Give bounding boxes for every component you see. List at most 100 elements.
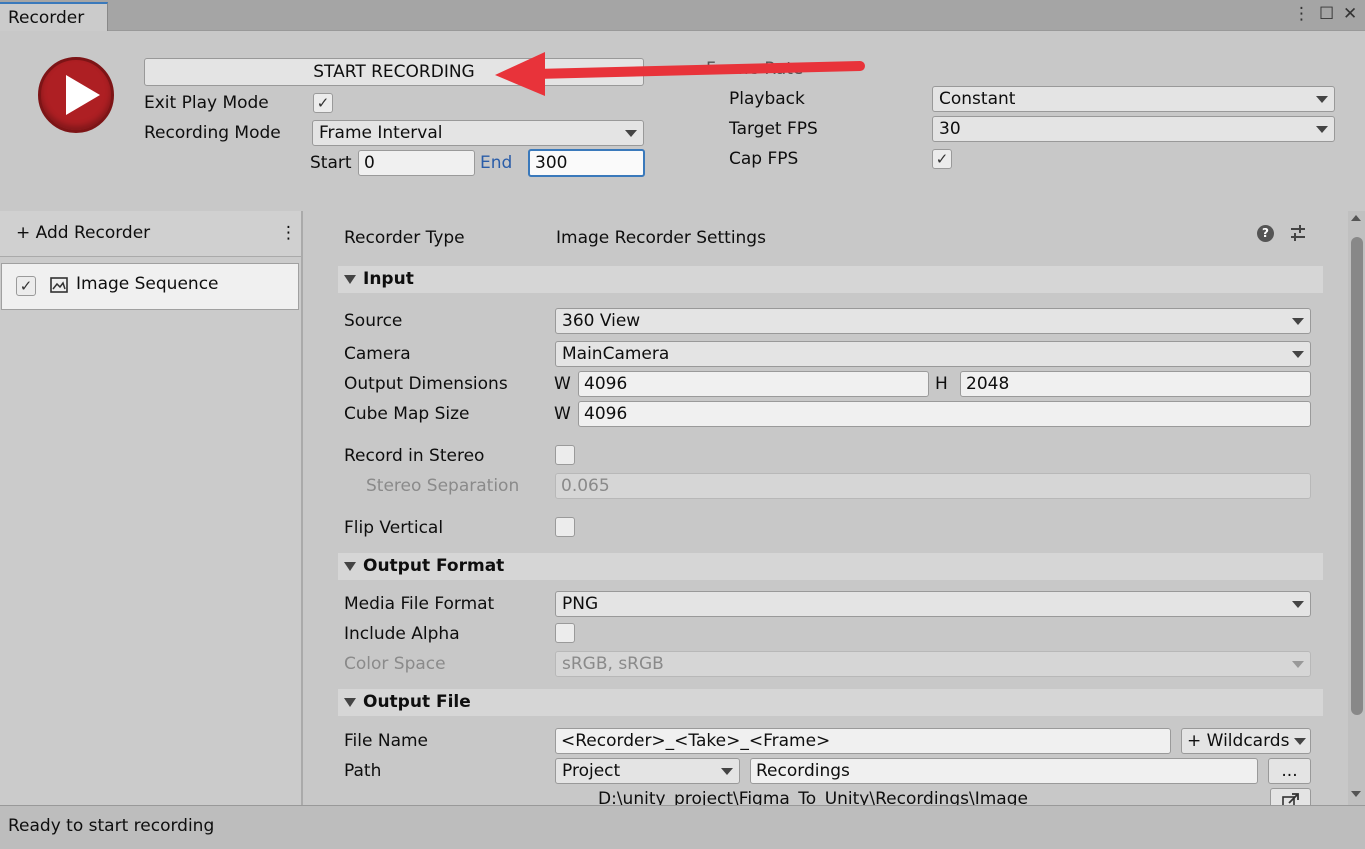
recorder-type-value: Image Recorder Settings (556, 228, 766, 248)
camera-value: MainCamera (562, 344, 670, 364)
output-file-section-title: Output File (363, 692, 471, 712)
add-recorder-button[interactable]: + Add Recorder (16, 223, 150, 243)
recorder-type-label: Recorder Type (344, 228, 465, 248)
source-dropdown[interactable]: 360 View (555, 308, 1311, 334)
recording-mode-label: Recording Mode (144, 123, 281, 143)
end-frame-field[interactable]: 300 (528, 149, 645, 177)
output-format-section-header[interactable]: Output Format (338, 553, 1323, 580)
stereo-separation-field: 0.065 (555, 473, 1311, 499)
scrollbar[interactable] (1348, 211, 1365, 805)
include-alpha-checkbox[interactable] (555, 623, 575, 643)
color-space-value: sRGB, sRGB (562, 654, 664, 674)
start-label: Start (310, 153, 352, 173)
flip-vertical-label: Flip Vertical (344, 518, 444, 538)
recording-mode-dropdown[interactable]: Frame Interval (312, 120, 644, 146)
path-label: Path (344, 761, 382, 781)
image-icon (50, 277, 68, 293)
width-label: W (554, 374, 571, 394)
color-space-dropdown: sRGB, sRGB (555, 651, 1311, 677)
end-label: End (480, 153, 513, 173)
browse-button[interactable]: ... (1268, 758, 1311, 784)
camera-label: Camera (344, 344, 411, 364)
tab-recorder[interactable]: Recorder (0, 2, 108, 31)
media-file-format-dropdown[interactable]: PNG (555, 591, 1311, 617)
chevron-down-icon (1316, 126, 1328, 133)
start-frame-field[interactable]: 0 (358, 150, 475, 176)
source-label: Source (344, 311, 403, 331)
playback-value: Constant (939, 89, 1016, 109)
maximize-icon[interactable]: ☐ (1319, 4, 1334, 24)
output-height-field[interactable]: 2048 (960, 371, 1311, 397)
chevron-down-icon (1316, 96, 1328, 103)
list-item[interactable]: ✓ Image Sequence (1, 263, 299, 310)
playback-dropdown[interactable]: Constant (932, 86, 1335, 112)
scroll-up-icon[interactable] (1351, 215, 1361, 221)
help-icon[interactable]: ? (1257, 225, 1274, 242)
path-folder-field[interactable]: Recordings (750, 758, 1258, 784)
status-bar: Ready to start recording (0, 805, 1365, 849)
chevron-down-icon (1292, 661, 1304, 668)
image-sequence-checkbox[interactable]: ✓ (16, 276, 36, 296)
chevron-down-icon (1292, 601, 1304, 608)
path-root-dropdown[interactable]: Project (555, 758, 740, 784)
cap-fps-label: Cap FPS (729, 149, 799, 169)
more-options-icon[interactable]: ⋮ (280, 223, 297, 243)
open-external-icon (1281, 793, 1299, 805)
include-alpha-label: Include Alpha (344, 624, 460, 644)
window-menu-icon[interactable]: ⋮ (1293, 4, 1310, 24)
chevron-down-icon (721, 768, 733, 775)
foldout-icon (344, 275, 356, 284)
title-bar (0, 0, 1365, 31)
stereo-separation-label: Stereo Separation (366, 476, 520, 496)
file-name-field[interactable]: <Recorder>_<Take>_<Frame> (555, 728, 1171, 754)
chevron-down-icon (1294, 738, 1306, 745)
chevron-down-icon (1292, 318, 1304, 325)
file-name-label: File Name (344, 731, 429, 751)
flip-vertical-checkbox[interactable] (555, 517, 575, 537)
camera-dropdown[interactable]: MainCamera (555, 341, 1311, 367)
recorder-settings-panel: Recorder Type Image Recorder Settings ? … (305, 211, 1348, 805)
list-item-label: Image Sequence (76, 274, 219, 294)
arrow-annotation (495, 52, 865, 96)
open-folder-button[interactable] (1270, 788, 1311, 805)
cube-map-size-field[interactable]: 4096 (578, 401, 1311, 427)
height-label: H (935, 374, 948, 394)
preset-settings-icon[interactable] (1289, 224, 1307, 242)
status-message: Ready to start recording (8, 816, 215, 836)
color-space-label: Color Space (344, 654, 446, 674)
output-file-section-header[interactable]: Output File (338, 689, 1323, 716)
target-fps-value: 30 (939, 119, 961, 139)
input-section-header[interactable]: Input (338, 266, 1323, 293)
foldout-icon (344, 562, 356, 571)
record-play-button[interactable] (38, 57, 114, 133)
chevron-down-icon (1292, 351, 1304, 358)
wildcards-label: + Wildcards (1187, 731, 1290, 751)
target-fps-dropdown[interactable]: 30 (932, 116, 1335, 142)
scroll-down-icon[interactable] (1351, 791, 1361, 797)
chevron-down-icon (625, 130, 637, 137)
target-fps-label: Target FPS (729, 119, 818, 139)
play-icon (66, 75, 100, 115)
cube-map-size-label: Cube Map Size (344, 404, 470, 424)
cube-map-width-label: W (554, 404, 571, 424)
recording-mode-value: Frame Interval (319, 123, 443, 143)
exit-play-mode-label: Exit Play Mode (144, 93, 269, 113)
foldout-icon (344, 698, 356, 707)
recorder-list-panel: + Add Recorder ⋮ ✓ Image Sequence (0, 211, 303, 805)
close-icon[interactable]: ✕ (1343, 4, 1357, 24)
path-root-value: Project (562, 761, 621, 781)
cap-fps-checkbox[interactable]: ✓ (932, 149, 952, 169)
scroll-thumb[interactable] (1351, 237, 1363, 715)
output-format-section-title: Output Format (363, 556, 505, 576)
add-recorder-bar: + Add Recorder ⋮ (0, 211, 301, 257)
media-file-format-label: Media File Format (344, 594, 495, 614)
wildcards-button[interactable]: + Wildcards (1181, 728, 1311, 754)
record-in-stereo-label: Record in Stereo (344, 446, 485, 466)
exit-play-mode-checkbox[interactable]: ✓ (313, 93, 333, 113)
output-dimensions-label: Output Dimensions (344, 374, 508, 394)
media-file-format-value: PNG (562, 594, 599, 614)
record-in-stereo-checkbox[interactable] (555, 445, 575, 465)
input-section-title: Input (363, 269, 414, 289)
full-path-text: D:\unity_project\Figma_To_Unity\Recordin… (598, 789, 1028, 805)
output-width-field[interactable]: 4096 (578, 371, 929, 397)
